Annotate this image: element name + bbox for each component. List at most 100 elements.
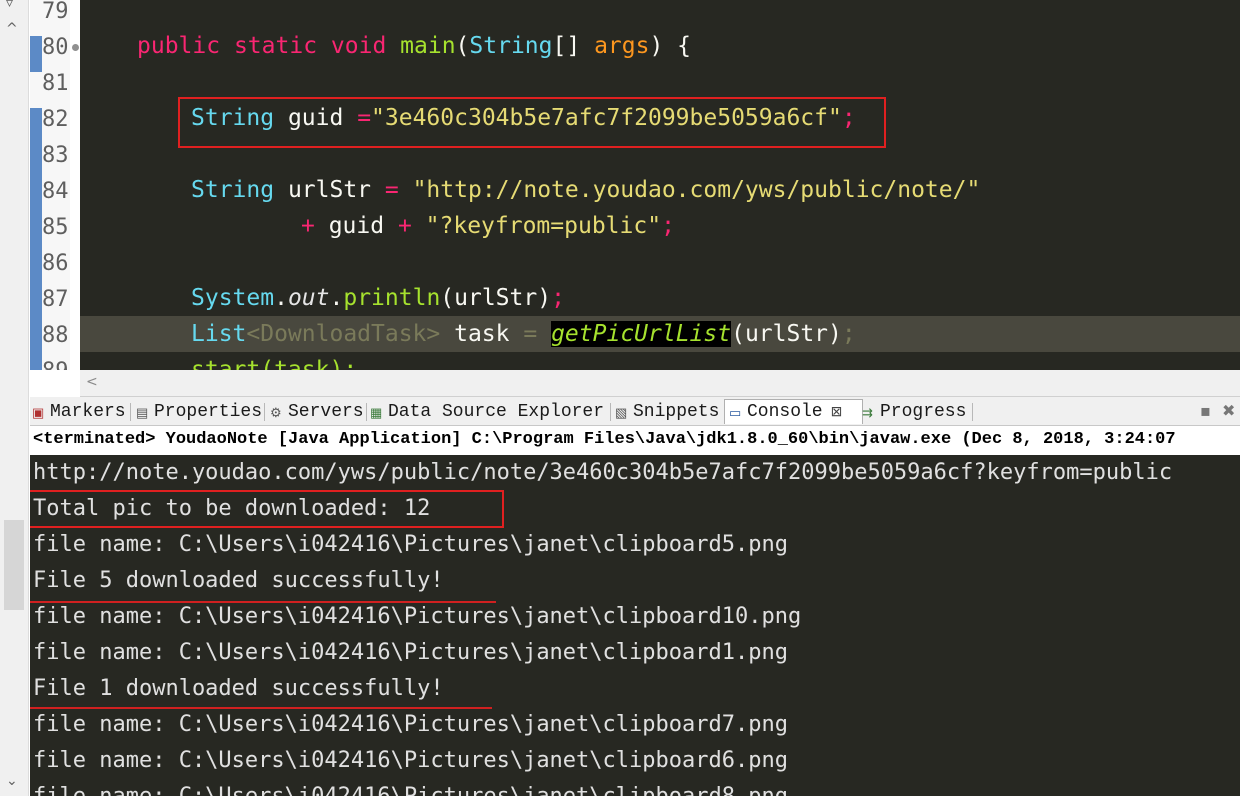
- punct: (: [455, 33, 470, 59]
- tab-divider: [264, 403, 265, 421]
- console-line: file name: C:\Users\i042416\Pictures\jan…: [33, 532, 788, 557]
- horizontal-scrollbar[interactable]: <: [80, 370, 1240, 397]
- code-line-84[interactable]: String urlStr = "http://note.youdao.com/…: [80, 172, 1240, 208]
- properties-icon: ▤: [136, 406, 149, 421]
- maximize-close-icon[interactable]: ✖: [1222, 401, 1235, 420]
- line-number: 86: [42, 251, 69, 276]
- console-line: file name: C:\Users\i042416\Pictures\jan…: [33, 779, 788, 796]
- red-underline: [30, 601, 496, 603]
- tab-divider: [972, 403, 973, 421]
- tab-divider: [610, 403, 611, 421]
- console-line: file name: C:\Users\i042416\Pictures\jan…: [33, 640, 788, 665]
- variable: task: [440, 321, 524, 347]
- minimize-icon[interactable]: ▪: [1200, 401, 1211, 420]
- console-line: file name: C:\Users\i042416\Pictures\jan…: [33, 604, 802, 629]
- console-line: file name: C:\Users\i042416\Pictures\jan…: [33, 748, 788, 773]
- code-line-85[interactable]: + guid + "?keyfrom=public";: [80, 208, 1240, 244]
- code-line-88-current[interactable]: List<DownloadTask> task = getPicUrlList(…: [80, 316, 1240, 352]
- line-number: 81: [42, 71, 69, 96]
- chevron-down-icon[interactable]: ⌄: [6, 774, 18, 788]
- punct: ;: [841, 321, 856, 347]
- tab-markers[interactable]: ▣ Markers: [32, 400, 126, 424]
- generic-type: <DownloadTask>: [246, 321, 441, 347]
- type: List: [191, 321, 247, 347]
- view-tab-strip: ▣ Markers ▤ Properties ⚙ Servers ▦ Data Sour…: [30, 397, 1240, 426]
- line-number: 85: [42, 215, 69, 240]
- args: (urlStr): [731, 321, 842, 347]
- servers-icon: ⚙: [270, 406, 282, 421]
- red-underline: [30, 707, 492, 709]
- keyword: static: [233, 33, 318, 59]
- keyword: void: [330, 33, 387, 59]
- type: String: [469, 33, 553, 59]
- highlight-box: [178, 97, 886, 148]
- code-line-89[interactable]: start(task);: [80, 352, 1240, 370]
- method-name: main: [400, 33, 456, 59]
- type: String: [191, 177, 275, 203]
- code-text: start(task);: [191, 357, 358, 370]
- fold-icon[interactable]: [72, 44, 79, 51]
- scroll-thumb[interactable]: [4, 520, 24, 610]
- punct: ;: [661, 213, 675, 239]
- punct: .: [329, 285, 344, 311]
- operator: =: [523, 321, 538, 347]
- progress-icon: ⇉: [862, 406, 873, 421]
- console-line: File 5 downloaded successfully!: [33, 568, 444, 593]
- method-call: getPicUrlList: [551, 321, 732, 347]
- console-line: http://note.youdao.com/yws/public/note/3…: [33, 460, 1173, 485]
- tab-snippets[interactable]: ▧ Snippets: [615, 400, 719, 424]
- tab-divider: [366, 403, 367, 421]
- code-line-87[interactable]: System.out.println(urlStr);: [80, 280, 1240, 316]
- tab-label: Snippets: [633, 402, 720, 422]
- tab-label: Progress: [880, 402, 967, 422]
- tab-console[interactable]: ▭ Console ⊠: [724, 399, 864, 424]
- line-number: 83: [42, 143, 69, 168]
- static-field: out: [287, 285, 330, 311]
- chevron-left-icon[interactable]: <: [86, 374, 98, 390]
- tab-label: Markers: [50, 402, 126, 422]
- console-status-line: <terminated> YoudaoNote [Java Applicatio…: [30, 426, 1240, 454]
- operator: +: [397, 213, 412, 239]
- change-marker: [30, 108, 42, 370]
- line-number: 88: [42, 323, 69, 348]
- punct: .: [274, 285, 288, 311]
- operator: =: [384, 177, 399, 203]
- punct: {: [663, 33, 692, 59]
- line-number: 82: [42, 107, 69, 132]
- tab-data-source-explorer[interactable]: ▦ Data Source Explorer: [370, 400, 604, 424]
- console-output[interactable]: http://note.youdao.com/yws/public/note/3…: [30, 455, 1240, 796]
- scroll-up-arrow-icon[interactable]: ▿: [6, 0, 13, 10]
- string-literal: "?keyfrom=public": [411, 213, 662, 239]
- operator: +: [301, 213, 315, 239]
- snippets-icon: ▧: [615, 406, 628, 421]
- close-icon[interactable]: ⊠: [831, 405, 843, 421]
- tab-label: Servers: [288, 402, 364, 422]
- chevron-up-icon[interactable]: ^: [6, 22, 18, 36]
- console-line: File 1 downloaded successfully!: [33, 676, 444, 701]
- args: (urlStr): [440, 285, 552, 311]
- tab-label: Data Source Explorer: [388, 402, 605, 422]
- punct: []: [552, 33, 581, 59]
- punct: ;: [551, 285, 565, 311]
- markers-icon: ▣: [32, 406, 45, 421]
- param: args: [594, 33, 650, 59]
- vertical-scrollbar[interactable]: ▿ ^ ⌄: [0, 0, 29, 796]
- tab-progress[interactable]: ⇉ Progress: [862, 400, 966, 424]
- code-line-80[interactable]: public static void main(String[] args) {: [80, 28, 1240, 64]
- code-editor[interactable]: 79 80 81 82 83 84 85 86 87 88 89 public …: [0, 0, 1240, 370]
- line-number: 89: [42, 354, 82, 370]
- tab-properties[interactable]: ▤ Properties: [136, 400, 262, 424]
- tab-label: Properties: [154, 402, 263, 422]
- line-number: 87: [42, 287, 69, 312]
- highlight-box: [30, 490, 504, 528]
- tab-servers[interactable]: ⚙ Servers: [270, 400, 364, 424]
- method-name: println: [343, 285, 441, 311]
- tab-divider: [130, 403, 131, 421]
- variable: guid: [314, 213, 398, 239]
- string-literal: "http://note.youdao.com/yws/public/note/…: [398, 177, 981, 203]
- tab-label: Console: [747, 402, 823, 422]
- console-line: file name: C:\Users\i042416\Pictures\jan…: [33, 712, 788, 737]
- punct: ): [649, 33, 664, 59]
- variable: urlStr: [274, 177, 385, 203]
